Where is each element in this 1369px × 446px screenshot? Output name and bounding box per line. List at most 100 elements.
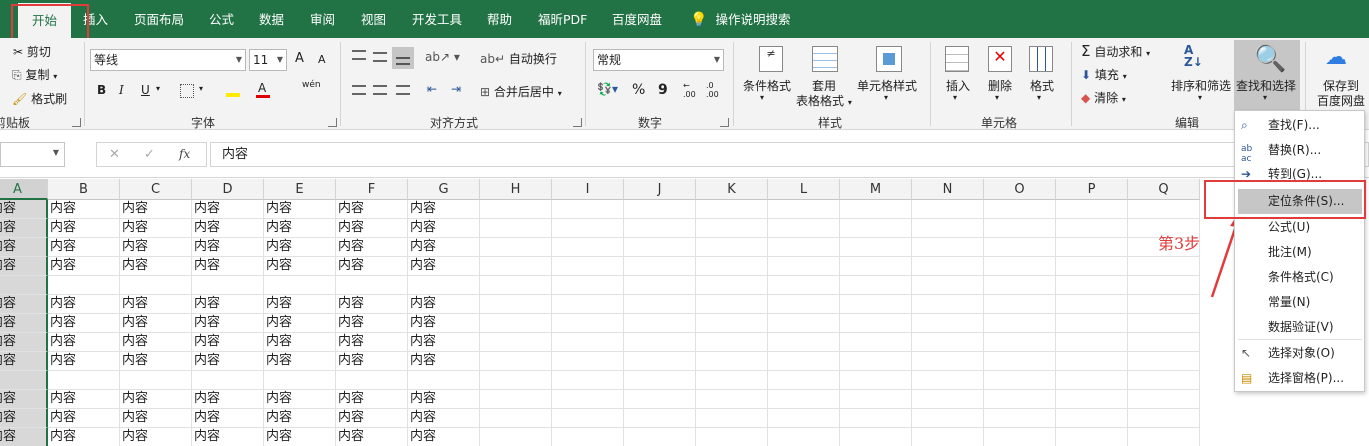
comma-button[interactable]: 9 [658,82,668,98]
decrease-decimal-button[interactable]: .0.00 [706,81,719,99]
cell-q7[interactable] [1128,314,1200,333]
cell-h1[interactable] [480,200,552,219]
cell-g2[interactable]: 内容 [408,219,480,238]
cell-h10[interactable] [480,371,552,390]
cell-a11[interactable]: 内容 [0,390,48,409]
cell-q11[interactable] [1128,390,1200,409]
cell-c1[interactable]: 内容 [120,200,192,219]
cell-f3[interactable]: 内容 [336,238,408,257]
cell-n10[interactable] [912,371,984,390]
cell-f8[interactable]: 内容 [336,333,408,352]
alignment-launcher[interactable] [573,118,582,127]
cell-a6[interactable]: 内容 [0,295,48,314]
tab-foxit-pdf[interactable]: 福昕PDF [538,0,587,38]
cell-m7[interactable] [840,314,912,333]
menu-item-find[interactable]: ⌕ 查找(F)... [1235,113,1364,138]
sort-filter-button[interactable]: 排序和筛选 [1171,77,1231,94]
cell-j2[interactable] [624,219,696,238]
cell-d8[interactable]: 内容 [192,333,264,352]
cell-c8[interactable]: 内容 [120,333,192,352]
cell-b10[interactable] [48,371,120,390]
cell-p11[interactable] [1056,390,1128,409]
cell-h4[interactable] [480,257,552,276]
cell-d6[interactable]: 内容 [192,295,264,314]
shrink-font-button[interactable]: A [318,53,326,66]
cell-f4[interactable]: 内容 [336,257,408,276]
percent-button[interactable]: % [632,82,645,98]
cell-e9[interactable]: 内容 [264,352,336,371]
cancel-icon[interactable]: ✕ [109,147,120,162]
tell-me-search[interactable]: 💡 操作说明搜索 [690,0,790,38]
currency-icon[interactable]: 💱▾ [597,82,618,96]
cell-f2[interactable]: 内容 [336,219,408,238]
column-header-o[interactable]: O [984,179,1056,200]
cell-h5[interactable] [480,276,552,295]
number-launcher[interactable] [720,118,729,127]
insert-dropdown[interactable]: ▾ [953,93,957,102]
cell-l1[interactable] [768,200,840,219]
cell-e10[interactable] [264,371,336,390]
font-name-combo[interactable]: 等线 ▼ [90,49,246,71]
cell-j9[interactable] [624,352,696,371]
column-header-p[interactable]: P [1056,179,1128,200]
cell-h12[interactable] [480,409,552,428]
cell-i2[interactable] [552,219,624,238]
font-launcher[interactable] [328,118,337,127]
cell-k9[interactable] [696,352,768,371]
sort-filter-dropdown[interactable]: ▾ [1198,93,1202,102]
column-header-l[interactable]: L [768,179,840,200]
cell-g5[interactable] [408,276,480,295]
cell-a9[interactable]: 内容 [0,352,48,371]
cell-b12[interactable]: 内容 [48,409,120,428]
cell-d12[interactable]: 内容 [192,409,264,428]
cell-i10[interactable] [552,371,624,390]
cell-o13[interactable] [984,428,1056,446]
tab-developer[interactable]: 开发工具 [412,0,462,38]
cell-n11[interactable] [912,390,984,409]
column-header-h[interactable]: H [480,179,552,200]
find-select-button[interactable]: 🔍 查找和选择 ▾ [1234,40,1300,110]
menu-item-comments[interactable]: 批注(M) [1235,240,1364,265]
cell-i8[interactable] [552,333,624,352]
cell-j1[interactable] [624,200,696,219]
number-format-combo[interactable]: 常规 ▼ [593,49,724,71]
cell-n13[interactable] [912,428,984,446]
column-header-d[interactable]: D [192,179,264,200]
cell-b13[interactable]: 内容 [48,428,120,446]
cell-j3[interactable] [624,238,696,257]
cell-k12[interactable] [696,409,768,428]
align-bottom-icon[interactable] [392,47,414,69]
copy-button[interactable]: ⎘ 复制 ▾ [12,66,57,83]
cell-e11[interactable]: 内容 [264,390,336,409]
cell-b6[interactable]: 内容 [48,295,120,314]
cell-i1[interactable] [552,200,624,219]
cell-c13[interactable]: 内容 [120,428,192,446]
cell-i6[interactable] [552,295,624,314]
cell-a7[interactable]: 内容 [0,314,48,333]
align-middle-icon[interactable] [373,52,387,62]
cell-p1[interactable] [1056,200,1128,219]
cell-d13[interactable]: 内容 [192,428,264,446]
tab-review[interactable]: 审阅 [310,0,335,38]
cut-button[interactable]: ✂ 剪切 [13,43,51,60]
cell-a4[interactable]: 内容 [0,257,48,276]
cell-j5[interactable] [624,276,696,295]
cell-a2[interactable]: 内容 [0,219,48,238]
fill-color-icon[interactable] [226,81,240,97]
cell-e12[interactable]: 内容 [264,409,336,428]
cell-a10[interactable] [0,371,48,390]
cell-l7[interactable] [768,314,840,333]
cell-c12[interactable]: 内容 [120,409,192,428]
cell-n1[interactable] [912,200,984,219]
italic-button[interactable]: I [119,83,124,97]
cell-d5[interactable] [192,276,264,295]
cell-l8[interactable] [768,333,840,352]
cell-e4[interactable]: 内容 [264,257,336,276]
cell-i12[interactable] [552,409,624,428]
cell-m6[interactable] [840,295,912,314]
cell-i9[interactable] [552,352,624,371]
cell-h6[interactable] [480,295,552,314]
column-header-e[interactable]: E [264,179,336,200]
cell-q4[interactable] [1128,257,1200,276]
cell-g11[interactable]: 内容 [408,390,480,409]
